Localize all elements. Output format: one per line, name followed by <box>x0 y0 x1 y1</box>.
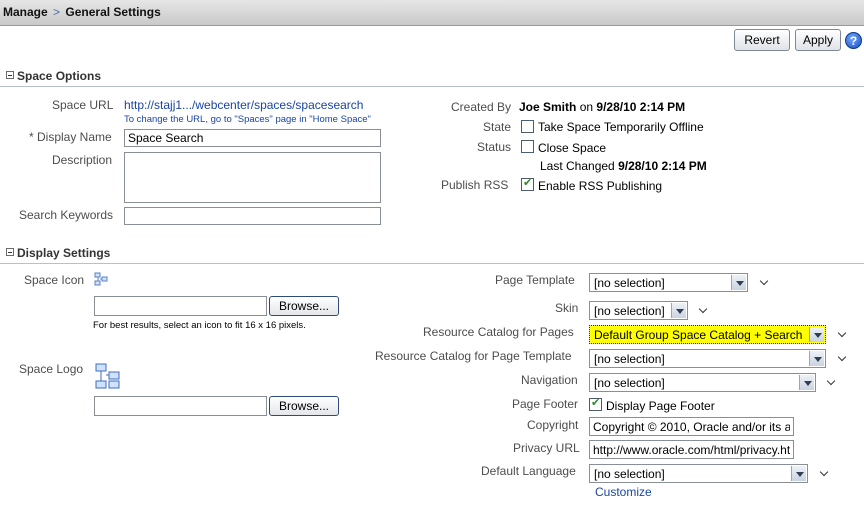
status-label: Status <box>477 140 512 154</box>
collapse-icon[interactable] <box>6 71 14 79</box>
description-label: Description <box>52 153 113 167</box>
page-template-label: Page Template <box>495 273 575 287</box>
space-logo-preview-icon <box>95 363 120 389</box>
breadcrumb-parent[interactable]: Manage <box>3 5 48 19</box>
state-checkbox[interactable] <box>521 120 534 133</box>
privacy-url-label: Privacy URL <box>513 441 580 455</box>
space-logo-label: Space Logo <box>19 362 84 376</box>
dropdown-arrow-icon[interactable] <box>799 375 814 390</box>
page-footer-option-label[interactable]: Display Page Footer <box>606 399 715 413</box>
breadcrumb: Manage > General Settings <box>3 5 161 19</box>
rss-option-label[interactable]: Enable RSS Publishing <box>538 179 662 193</box>
last-changed: Last Changed 9/28/10 2:14 PM <box>540 159 707 173</box>
default-language-label: Default Language <box>481 464 576 478</box>
description-field[interactable] <box>124 152 381 203</box>
resource-catalog-pages-value: Default Group Space Catalog + Search <box>594 328 803 342</box>
space-icon-preview-icon <box>94 272 108 286</box>
help-icon[interactable]: ? <box>845 32 862 49</box>
close-space-label[interactable]: Close Space <box>538 141 606 155</box>
display-name-label: * Display Name <box>29 130 112 144</box>
chevron-down-icon[interactable] <box>827 377 837 387</box>
page-template-value: [no selection] <box>594 276 665 290</box>
created-by-label: Created By <box>451 100 512 114</box>
collapse-icon[interactable] <box>6 248 14 256</box>
created-by-user: Joe Smith <box>519 100 577 114</box>
copyright-label: Copyright <box>527 418 579 432</box>
resource-catalog-pages-label: Resource Catalog for Pages <box>423 325 574 339</box>
space-logo-file-field[interactable] <box>94 396 267 416</box>
state-option-label[interactable]: Take Space Temporarily Offline <box>538 120 704 134</box>
default-language-select[interactable]: [no selection] <box>589 464 808 483</box>
publish-rss-label: Publish RSS <box>441 178 509 192</box>
close-space-checkbox[interactable] <box>521 140 534 153</box>
chevron-down-icon[interactable] <box>820 468 830 478</box>
page-title: General Settings <box>65 5 161 19</box>
skin-select[interactable]: [no selection] <box>589 301 688 320</box>
page-footer-checkbox[interactable] <box>589 396 602 411</box>
space-icon-label: Space Icon <box>24 273 85 287</box>
dropdown-arrow-icon[interactable] <box>809 351 824 366</box>
search-keywords-field[interactable] <box>124 207 381 225</box>
chevron-down-icon[interactable] <box>838 353 848 363</box>
space-logo-browse-button[interactable]: Browse... <box>269 396 339 416</box>
space-url-link[interactable]: http://stajj1.../webcenter/spaces/spaces… <box>124 98 363 112</box>
navigation-value: [no selection] <box>594 376 665 390</box>
space-icon-browse-button[interactable]: Browse... <box>269 296 339 316</box>
dropdown-arrow-icon[interactable] <box>671 303 686 318</box>
resource-catalog-template-label: Resource Catalog for Page Template <box>375 349 572 363</box>
page-footer-label: Page Footer <box>512 397 579 411</box>
display-settings-title: Display Settings <box>17 246 111 260</box>
navigation-label: Navigation <box>521 373 578 387</box>
skin-label: Skin <box>555 301 579 315</box>
space-icon-file-field[interactable] <box>94 296 267 316</box>
default-language-value: [no selection] <box>594 467 665 481</box>
privacy-url-field[interactable] <box>589 440 794 459</box>
title-bar: Manage > General Settings <box>0 0 864 26</box>
space-icon-hint: For best results, select an icon to fit … <box>93 320 306 331</box>
last-changed-label: Last Changed <box>540 159 615 173</box>
revert-button[interactable]: Revert <box>734 29 790 51</box>
dropdown-arrow-icon[interactable] <box>731 275 746 290</box>
created-by-on: on <box>579 100 594 114</box>
breadcrumb-separator: > <box>53 5 61 19</box>
rss-checkbox[interactable] <box>521 176 534 191</box>
copyright-field[interactable] <box>589 417 794 436</box>
last-changed-date: 9/28/10 2:14 PM <box>618 159 707 173</box>
display-settings-header[interactable]: Display Settings <box>0 243 864 264</box>
created-by-date: 9/28/10 2:14 PM <box>596 100 686 114</box>
apply-button[interactable]: Apply <box>795 29 841 51</box>
resource-catalog-template-select[interactable]: [no selection] <box>589 349 826 368</box>
skin-value: [no selection] <box>594 304 665 318</box>
dropdown-arrow-icon[interactable] <box>791 466 806 481</box>
state-label: State <box>483 120 512 134</box>
space-options-header[interactable]: Space Options <box>0 66 864 87</box>
chevron-down-icon[interactable] <box>838 329 848 339</box>
search-keywords-label: Search Keywords <box>19 208 114 222</box>
resource-catalog-template-value: [no selection] <box>594 352 665 366</box>
page-template-select[interactable]: [no selection] <box>589 273 748 292</box>
space-url-hint: To change the URL, go to "Spaces" page i… <box>124 114 371 125</box>
chevron-down-icon[interactable] <box>760 277 770 287</box>
resource-catalog-pages-select[interactable]: Default Group Space Catalog + Search <box>589 325 826 344</box>
display-name-field[interactable] <box>124 129 381 147</box>
space-url-label: Space URL <box>52 98 114 112</box>
created-by-value: Joe Smith on 9/28/10 2:14 PM <box>519 100 685 114</box>
navigation-select[interactable]: [no selection] <box>589 373 816 392</box>
customize-link[interactable]: Customize <box>595 485 652 499</box>
chevron-down-icon[interactable] <box>699 305 709 315</box>
space-options-title: Space Options <box>17 69 102 83</box>
dropdown-arrow-icon[interactable] <box>809 327 824 342</box>
